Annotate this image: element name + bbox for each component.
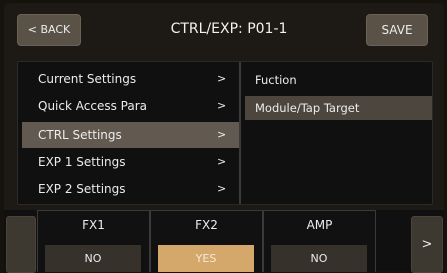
chevron-right-icon: > — [217, 182, 227, 195]
chevron-right-icon: > — [217, 99, 227, 112]
save-button[interactable]: SAVE — [366, 14, 428, 46]
ctrl-submenu: Fuction Module/Tap Target — [241, 62, 432, 204]
module-slot-fx1[interactable]: FX1 NO — [37, 210, 150, 272]
settings-menu: Current Settings > Quick Access Para > C… — [18, 62, 241, 204]
menu-item-label: Quick Access Para — [38, 99, 147, 113]
page-title: CTRL/EXP: P01-1 — [170, 21, 288, 37]
menu-item-ctrl-settings[interactable]: CTRL Settings > — [22, 122, 239, 148]
module-bar: FX1 NO FX2 YES AMP NO > — [4, 210, 444, 273]
menu-item-label: CTRL Settings — [38, 128, 122, 142]
menu-item-label: EXP 1 Settings — [38, 155, 126, 169]
module-name: AMP — [306, 218, 333, 232]
submenu-item-function[interactable]: Fuction — [245, 68, 432, 92]
menu-item-label: Current Settings — [38, 72, 137, 86]
menu-panel: Current Settings > Quick Access Para > C… — [17, 61, 433, 205]
submenu-item-label: Module/Tap Target — [255, 101, 360, 115]
module-name: FX2 — [195, 218, 218, 232]
header: < BACK CTRL/EXP: P01-1 SAVE — [4, 3, 444, 55]
submenu-item-module-tap-target[interactable]: Module/Tap Target — [245, 96, 432, 120]
chevron-right-icon: > — [217, 155, 227, 168]
back-button[interactable]: < BACK — [17, 14, 81, 46]
previous-page-button[interactable] — [6, 216, 36, 273]
module-toggle-fx1[interactable]: NO — [45, 245, 141, 272]
menu-item-current-settings[interactable]: Current Settings > — [22, 66, 239, 92]
module-slot-amp[interactable]: AMP NO — [263, 210, 376, 272]
module-toggle-amp[interactable]: NO — [271, 245, 367, 272]
chevron-right-icon: > — [217, 128, 227, 141]
submenu-item-label: Fuction — [255, 73, 297, 87]
device-screen: < BACK CTRL/EXP: P01-1 SAVE Current Sett… — [4, 3, 444, 273]
module-name: FX1 — [82, 218, 105, 232]
menu-item-exp1-settings[interactable]: EXP 1 Settings > — [22, 149, 239, 175]
menu-item-label: EXP 2 Settings — [38, 182, 126, 196]
chevron-right-icon: > — [217, 72, 227, 85]
next-page-button[interactable]: > — [411, 216, 443, 273]
module-toggle-fx2[interactable]: YES — [158, 245, 254, 272]
menu-item-exp2-settings[interactable]: EXP 2 Settings > — [22, 176, 239, 202]
module-slot-fx2[interactable]: FX2 YES — [150, 210, 263, 272]
menu-item-quick-access-para[interactable]: Quick Access Para > — [22, 93, 239, 119]
